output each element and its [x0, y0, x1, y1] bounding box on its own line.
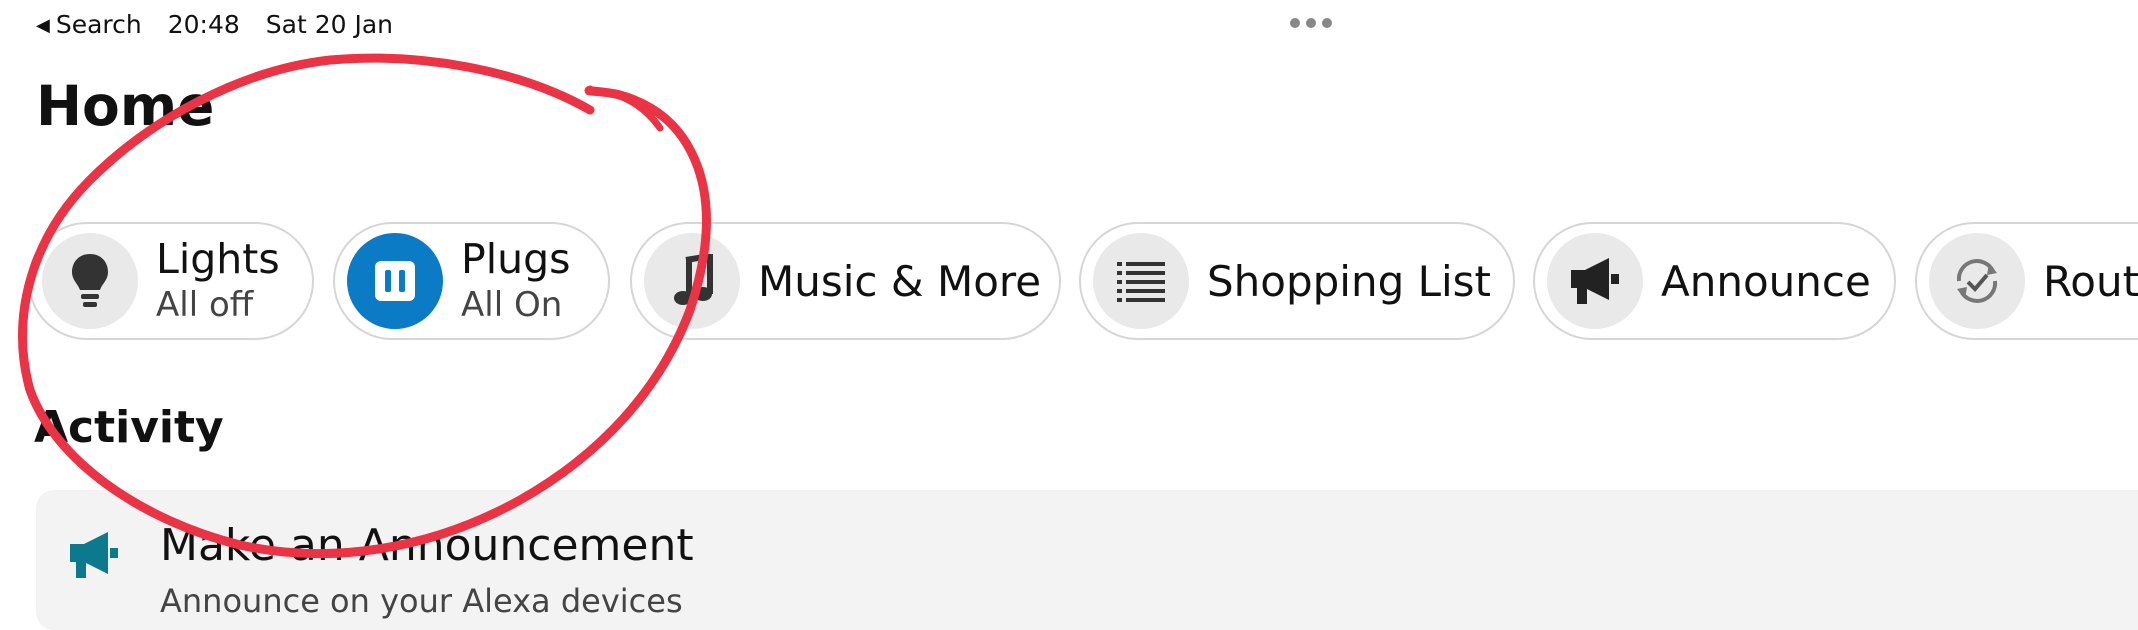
chip-lights[interactable]: Lights All off: [28, 222, 314, 340]
activity-heading: Activity: [34, 402, 224, 453]
announcement-card[interactable]: Make an Announcement Announce on your Al…: [36, 490, 2138, 630]
chip-label: Plugs: [461, 235, 571, 283]
chip-label: Shopping List: [1207, 256, 1492, 306]
chip-label: Routi: [2043, 256, 2138, 306]
chip-status: All On: [461, 285, 563, 325]
chip-plugs[interactable]: Plugs All On: [333, 222, 610, 340]
card-subtitle: Announce on your Alexa devices: [160, 582, 683, 620]
back-to-search-link[interactable]: ◀ Search: [36, 10, 142, 39]
card-title: Make an Announcement: [160, 520, 694, 571]
megaphone-icon: [66, 530, 122, 584]
chip-status: All off: [156, 285, 254, 325]
routine-icon: [1929, 233, 2025, 329]
chip-music-and-more[interactable]: Music & More: [630, 222, 1061, 340]
multitasking-dots-icon[interactable]: [1290, 18, 1332, 28]
back-arrow-icon: ◀: [36, 15, 50, 36]
chip-label: Lights: [156, 235, 280, 283]
lightbulb-icon: [42, 233, 138, 329]
chip-label: Music & More: [758, 256, 1042, 306]
status-time: 20:48: [167, 10, 240, 39]
chip-announce[interactable]: Announce: [1533, 222, 1896, 340]
chip-routines[interactable]: Routi: [1915, 222, 2138, 340]
chip-label: Announce: [1661, 256, 1871, 306]
status-date: Sat 20 Jan: [265, 10, 394, 39]
list-icon: [1093, 233, 1189, 329]
page-title: Home: [36, 74, 215, 138]
megaphone-icon: [1547, 233, 1643, 329]
status-bar: ◀ Search 20:48 Sat 20 Jan: [36, 10, 419, 39]
chip-shopping-list[interactable]: Shopping List: [1079, 222, 1515, 340]
music-note-icon: [644, 233, 740, 329]
plug-icon: [347, 233, 443, 329]
